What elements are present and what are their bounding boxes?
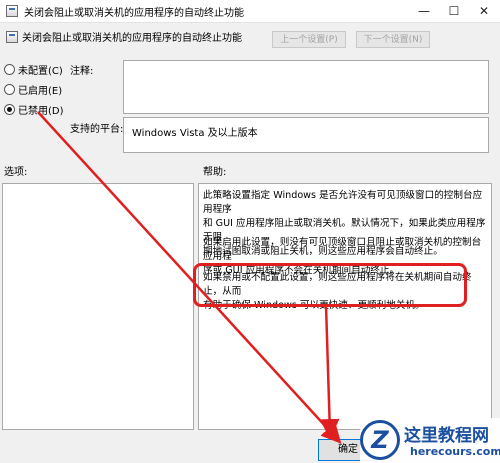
watermark-url: herecours.com [410,445,500,458]
watermark-site-name: 这里教程网 [404,426,489,446]
site-logo-icon: Z [360,420,400,460]
arrow-from-highlight [319,304,340,439]
site-watermark: Z 这里教程网 herecours.com [360,418,500,463]
annotation-arrows [37,111,342,444]
arrow-to-ok-button [37,111,342,444]
